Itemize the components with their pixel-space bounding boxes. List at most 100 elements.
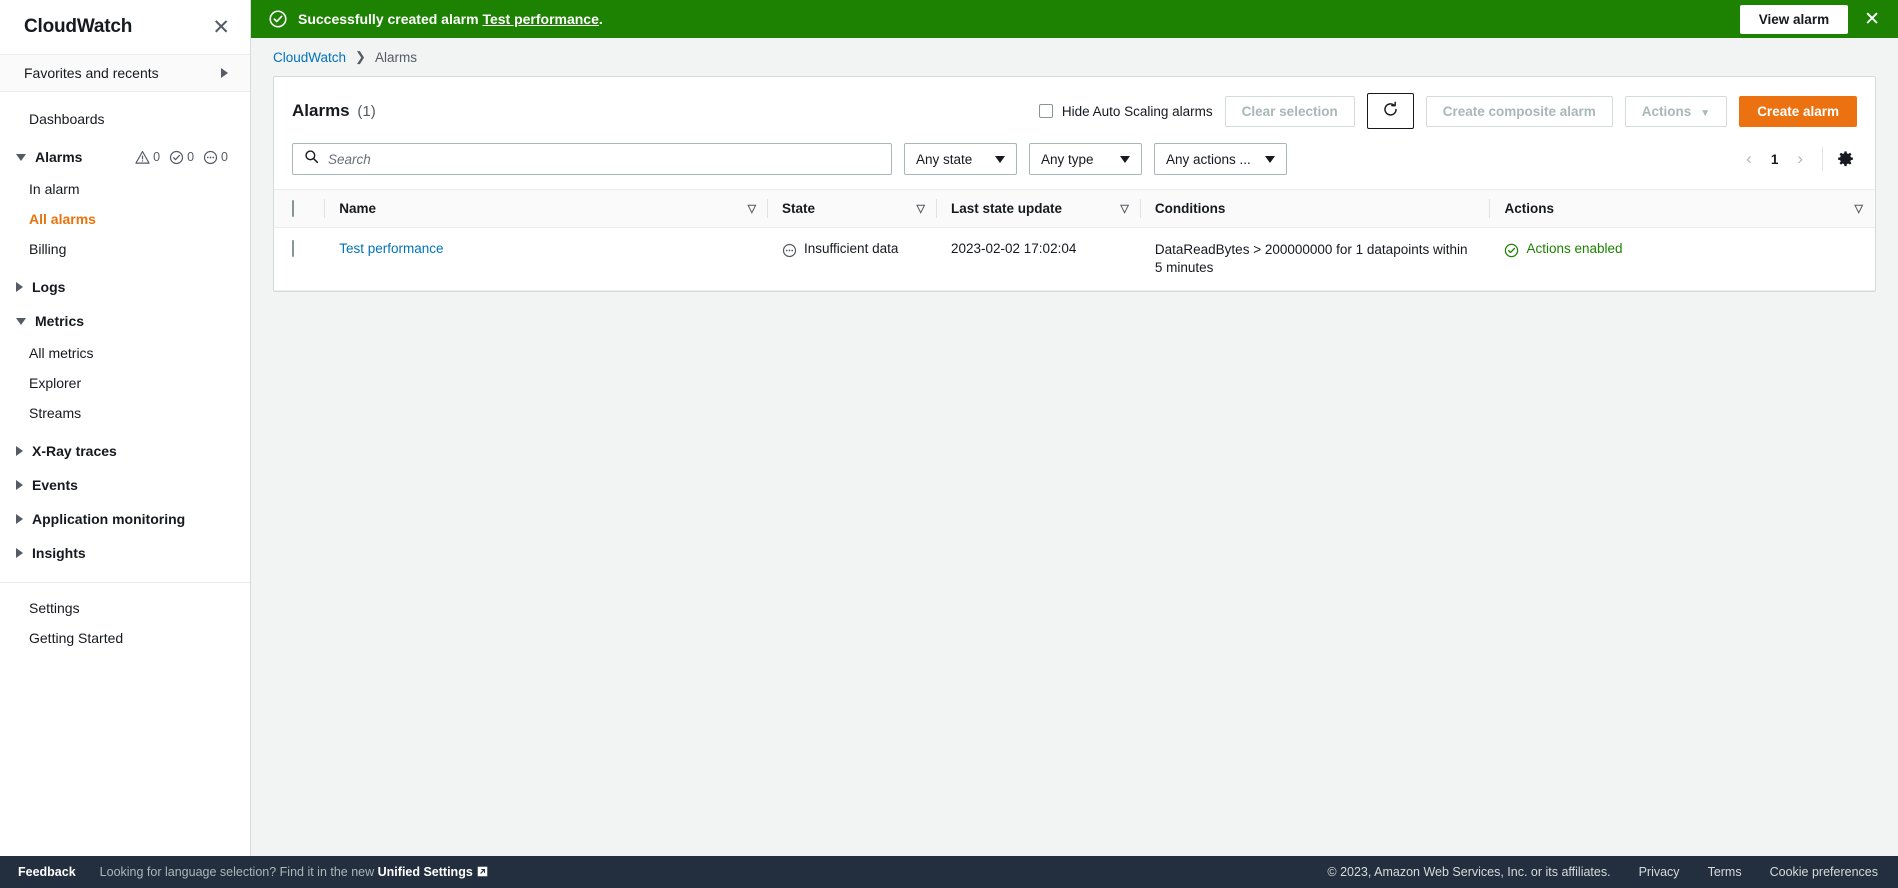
chevron-down-icon [1120,155,1130,163]
actions-status-label: Actions enabled [1526,241,1623,256]
count-value: 0 [153,150,161,164]
flash-message-prefix: Successfully created alarm [298,11,483,27]
flash-message-suffix: . [598,11,603,27]
pagination-page-1[interactable]: 1 [1764,150,1786,169]
state-filter-value: Any state [916,151,973,167]
flash-alarm-link[interactable]: Test performance [482,11,598,27]
actions-dropdown-button[interactable]: Actions ▼ [1624,95,1728,127]
sidebar-item-label: In alarm [29,181,80,197]
breadcrumb-separator-icon: ❯ [355,49,366,64]
column-header-state[interactable]: State ▽ [768,189,937,228]
chevron-down-icon [1264,155,1275,163]
actions-status: Actions enabled [1504,241,1863,261]
alarm-ok-icon [169,150,184,164]
sidebar-item-all-alarms[interactable]: All alarms [0,204,250,234]
flash-message: Successfully created alarm Test performa… [298,11,603,27]
table-body: Test performance Insufficient data 2023-… [274,227,1875,292]
breadcrumb-cloudwatch[interactable]: CloudWatch [273,50,346,65]
sidebar-group-application-monitoring[interactable]: Application monitoring [0,502,250,536]
sidebar-item-favorites-and-recents[interactable]: Favorites and recents [0,54,250,92]
success-flash-banner: Successfully created alarm Test performa… [251,0,1898,38]
table-header: Name ▽ State ▽ Last state update ▽ Condi… [274,189,1875,228]
type-filter-select[interactable]: Any type [1029,143,1142,175]
panel-header: Alarms (1) Hide Auto Scaling alarms Clea… [274,77,1875,143]
external-link-icon [477,866,488,880]
unified-settings-link[interactable]: Unified Settings [378,865,473,879]
alarms-table: Name ▽ State ▽ Last state update ▽ Condi… [274,189,1875,292]
state-filter-select[interactable]: Any state [904,143,1017,175]
refresh-icon [1382,101,1399,121]
sidebar-item-billing[interactable]: Billing [0,234,250,264]
sidebar-item-getting-started[interactable]: Getting Started [0,623,250,653]
panel-toolbar: Hide Auto Scaling alarms Clear selection [1038,93,1857,129]
sidebar-group-label: Application monitoring [32,511,186,527]
sidebar-close-icon[interactable]: ✕ [212,17,230,38]
sidebar-nav: Dashboards Alarms 0 0 0 In alarm All ala… [0,92,250,653]
sort-icon[interactable]: ▽ [748,202,756,215]
sidebar-group-metrics[interactable]: Metrics [0,304,250,338]
refresh-button[interactable] [1366,93,1414,129]
sidebar-item-dashboards[interactable]: Dashboards [0,104,250,134]
column-settings-icon[interactable]: ▽ [1855,202,1863,215]
sidebar-group-xray-traces[interactable]: X-Ray traces [0,434,250,468]
view-alarm-button[interactable]: View alarm [1739,4,1849,34]
hide-autoscaling-checkbox[interactable]: Hide Auto Scaling alarms [1038,104,1213,119]
sidebar-group-logs[interactable]: Logs [0,270,250,304]
sidebar-item-in-alarm[interactable]: In alarm [0,174,250,204]
alarm-name-link[interactable]: Test performance [339,241,443,256]
breadcrumb: CloudWatch ❯ Alarms [273,38,1876,76]
select-all-checkbox[interactable] [292,200,294,217]
row-checkbox[interactable] [292,240,294,257]
cookie-preferences-link[interactable]: Cookie preferences [1770,865,1878,879]
column-header-conditions: Conditions [1140,189,1491,228]
terms-link[interactable]: Terms [1708,865,1742,879]
conditions-text: DataReadBytes > 200000000 for 1 datapoin… [1154,242,1468,276]
sidebar: CloudWatch ✕ Favorites and recents Dashb… [0,0,251,856]
chevron-right-icon [16,446,23,456]
row-select-cell [274,227,326,292]
create-composite-alarm-button[interactable]: Create composite alarm [1425,95,1613,127]
search-input[interactable] [328,151,880,167]
sidebar-group-insights[interactable]: Insights [0,536,250,570]
search-box[interactable] [292,143,892,175]
sidebar-group-alarms[interactable]: Alarms 0 0 0 [0,140,250,174]
column-header-last-state-update[interactable]: Last state update ▽ [936,189,1141,228]
sidebar-group-events[interactable]: Events [0,468,250,502]
chevron-down-icon [16,317,26,325]
alarm-count: (1) [357,103,376,120]
favorites-label: Favorites and recents [24,65,159,81]
table-row[interactable]: Test performance Insufficient data 2023-… [274,227,1875,292]
page-title-text: Alarms [292,101,350,120]
flash-close-icon[interactable]: ✕ [1864,10,1884,29]
sidebar-item-label: Billing [29,241,67,257]
sidebar-group-label: X-Ray traces [32,443,117,459]
chevron-down-icon: ▼ [1700,107,1711,119]
state-label: Insufficient data [804,241,899,256]
count-value: 0 [221,150,228,164]
alarm-warning-icon [135,150,150,164]
create-alarm-button[interactable]: Create alarm [1739,95,1857,127]
feedback-link[interactable]: Feedback [18,865,76,879]
sidebar-group-label: Metrics [35,313,85,329]
checkbox-box[interactable] [1038,104,1053,118]
actions-filter-select[interactable]: Any actions ... [1154,143,1287,175]
table-preferences-gear-icon[interactable] [1834,148,1857,171]
column-header-name[interactable]: Name ▽ [325,189,769,228]
sort-icon[interactable]: ▽ [917,202,925,215]
privacy-link[interactable]: Privacy [1639,865,1680,879]
sidebar-item-streams[interactable]: Streams [0,398,250,428]
pagination-prev-button[interactable]: ‹ [1738,147,1760,171]
sidebar-item-label: Streams [29,405,82,421]
clear-selection-button[interactable]: Clear selection [1224,95,1355,127]
sort-icon[interactable]: ▽ [1120,202,1128,215]
sidebar-item-settings[interactable]: Settings [0,593,250,623]
alarm-count-insufficient: 0 [203,150,228,165]
pagination-next-button[interactable]: › [1789,147,1811,171]
chevron-right-icon [16,480,23,490]
sidebar-group-label: Events [32,477,78,493]
sidebar-item-explorer[interactable]: Explorer [0,368,250,398]
language-note-text: Looking for language selection? Find it … [99,864,378,879]
alarm-insufficient-icon [203,150,218,164]
sidebar-item-all-metrics[interactable]: All metrics [0,338,250,368]
sidebar-item-label: Dashboards [29,111,105,127]
